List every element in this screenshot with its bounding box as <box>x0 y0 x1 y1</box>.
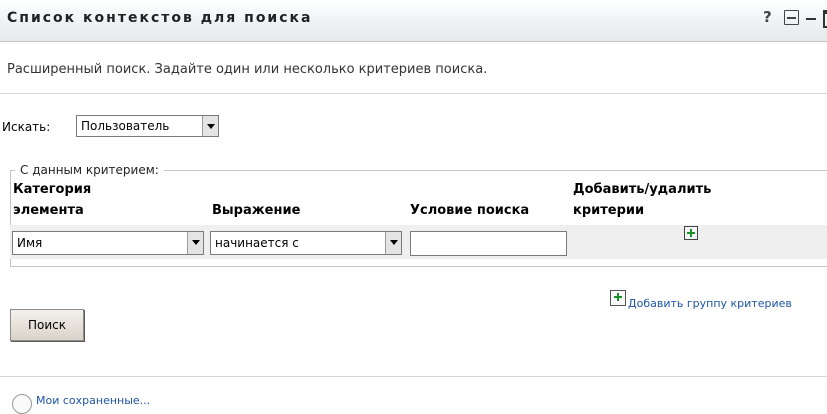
column-add-remove: Добавить/удалить критерии <box>573 179 711 221</box>
expression-value: начинается с <box>215 236 299 250</box>
print-icon[interactable] <box>784 10 799 25</box>
maximize-icon[interactable] <box>823 10 827 28</box>
column-add-remove-line2: критерии <box>573 203 645 218</box>
column-expression: Выражение <box>212 203 301 218</box>
category-select[interactable]: Имя <box>12 231 204 255</box>
column-category-line2: элемента <box>13 203 84 218</box>
condition-input[interactable] <box>410 231 567 256</box>
add-criterion-icon[interactable] <box>684 226 698 240</box>
add-criteria-group-link[interactable]: Добавить группу критериев <box>628 297 792 310</box>
column-category: Категория элемента <box>13 179 91 221</box>
chevron-down-icon[interactable] <box>385 232 401 254</box>
column-add-remove-line1: Добавить/удалить <box>573 182 712 197</box>
portlet-titlebar: Список контекстов для поиска ? <box>0 0 827 42</box>
column-category-line1: Категория <box>13 182 92 197</box>
saved-searches-link[interactable]: Мои сохраненные... <box>36 394 150 407</box>
chevron-down-icon[interactable] <box>202 116 218 136</box>
portlet-title: Список контекстов для поиска <box>7 10 313 26</box>
object-type-value: Пользователь <box>81 119 170 133</box>
search-for-label: Искать: <box>2 120 51 134</box>
category-value: Имя <box>17 236 43 250</box>
expression-select[interactable]: начинается с <box>210 231 402 255</box>
criteria-legend: С данным критерием: <box>20 163 159 177</box>
divider <box>0 376 827 377</box>
minimize-icon[interactable] <box>806 18 816 20</box>
divider <box>0 93 827 94</box>
object-type-select[interactable]: Пользователь <box>76 115 219 137</box>
search-button[interactable]: Поиск <box>10 309 84 341</box>
column-condition: Условие поиска <box>410 203 530 218</box>
advanced-search-description: Расширенный поиск. Задайте один или неск… <box>7 62 488 77</box>
search-context-portlet: Список контекстов для поиска ? Расширенн… <box>0 0 827 414</box>
add-group-icon[interactable] <box>610 290 626 306</box>
chevron-down-icon[interactable] <box>187 232 203 254</box>
help-icon[interactable]: ? <box>763 8 772 26</box>
saved-searches-icon[interactable] <box>12 394 32 414</box>
